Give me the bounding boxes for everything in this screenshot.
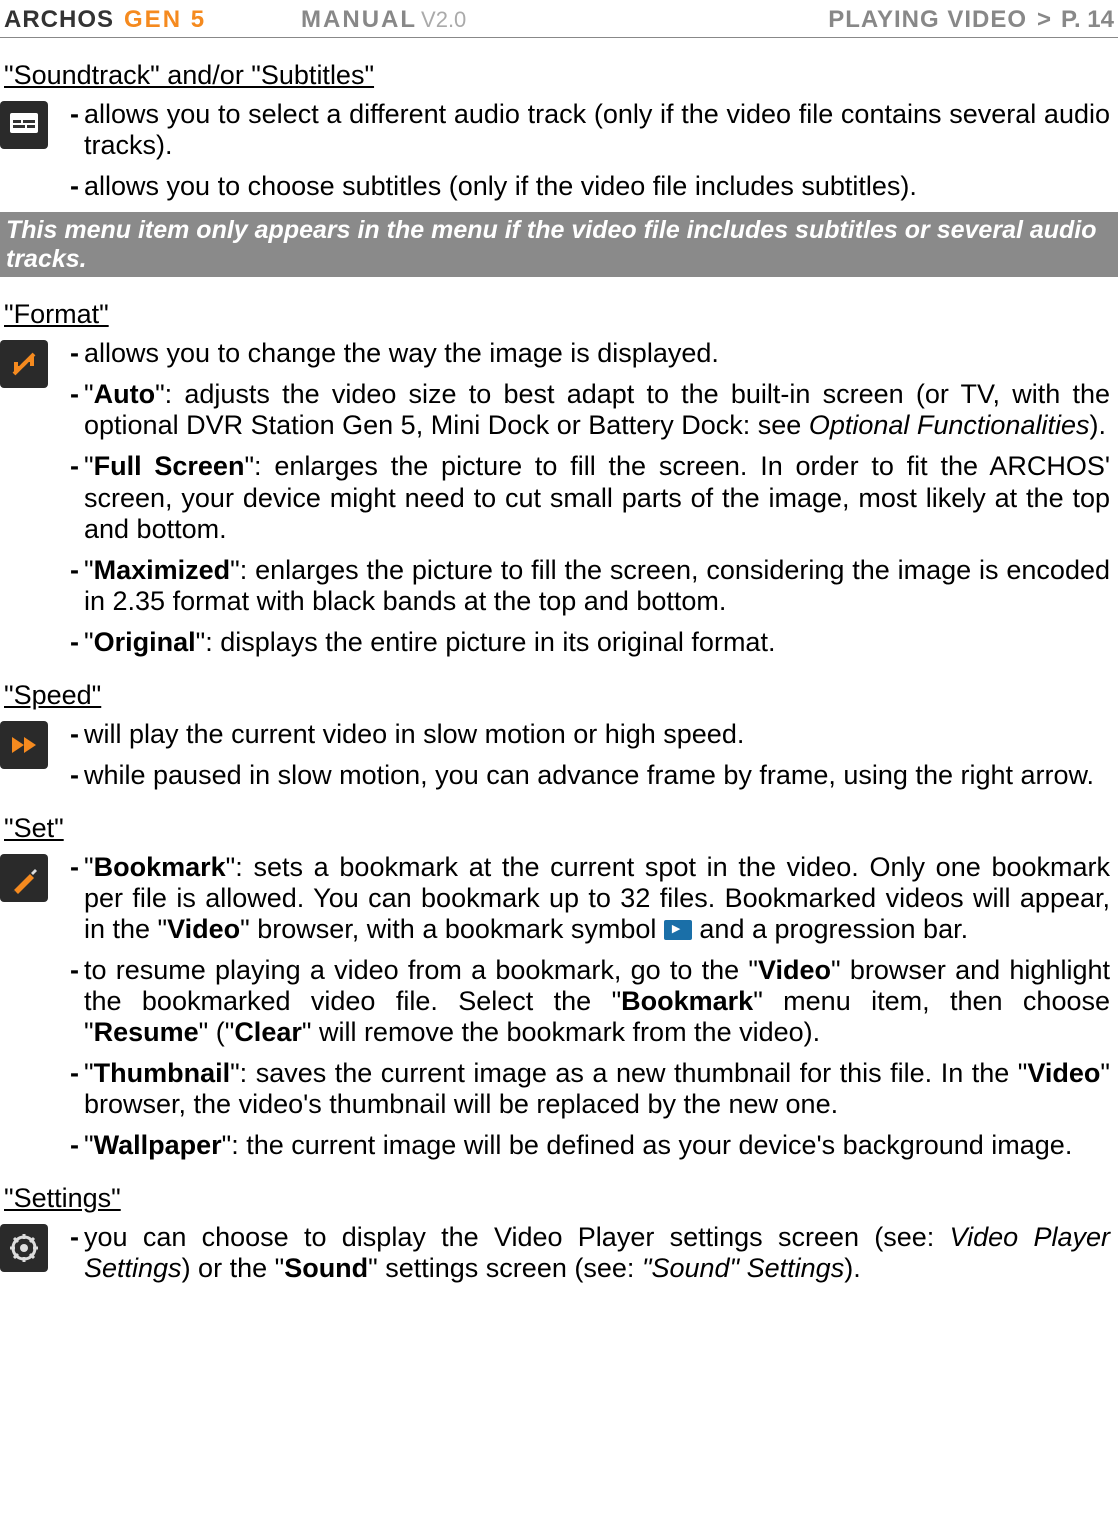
bullet-set-thumbnail: "Thumbnail": saves the current image as … — [70, 1058, 1110, 1120]
speed-icon — [0, 721, 48, 769]
heading-speed: "Speed" — [4, 680, 1118, 711]
bookmark-symbol-icon — [664, 920, 692, 940]
page-header: ARCHOS GEN 5 MANUAL V2.0 PLAYING VIDEO >… — [0, 0, 1118, 38]
bullet-audio-track: allows you to select a different audio t… — [70, 99, 1110, 161]
bullet-settings: you can choose to display the Video Play… — [70, 1222, 1110, 1284]
note-subtitles: This menu item only appears in the menu … — [0, 212, 1118, 278]
bullet-format-auto: "Auto": adjusts the video size to best a… — [70, 379, 1110, 441]
heading-settings: "Settings" — [4, 1183, 1118, 1214]
heading-format: "Format" — [4, 299, 1118, 330]
page-number: P. 14 — [1061, 6, 1114, 34]
subtitles-icon — [0, 101, 48, 149]
manual-label: MANUAL — [301, 6, 417, 34]
section-title: PLAYING VIDEO — [828, 6, 1027, 34]
bullet-subtitles: allows you to choose subtitles (only if … — [70, 171, 1110, 202]
bullet-format-maximized: "Maximized": enlarges the picture to fil… — [70, 555, 1110, 617]
gen5-label: GEN 5 — [124, 6, 206, 34]
bullet-format-fullscreen: "Full Screen": enlarges the picture to f… — [70, 451, 1110, 544]
bullet-format-intro: allows you to change the way the image i… — [70, 338, 1110, 369]
separator: > — [1037, 6, 1051, 34]
bullet-speed-frame: while paused in slow motion, you can adv… — [70, 760, 1110, 791]
archos-logo: ARCHOS — [4, 6, 114, 34]
manual-version: V2.0 — [421, 7, 466, 32]
bullet-set-bookmark: "Bookmark": sets a bookmark at the curre… — [70, 852, 1110, 945]
settings-icon — [0, 1224, 48, 1272]
heading-set: "Set" — [4, 813, 1118, 844]
set-icon — [0, 854, 48, 902]
bullet-set-resume: to resume playing a video from a bookmar… — [70, 955, 1110, 1048]
heading-soundtrack: "Soundtrack" and/or "Subtitles" — [4, 60, 1118, 91]
bullet-speed-play: will play the current video in slow moti… — [70, 719, 1110, 750]
bullet-set-wallpaper: "Wallpaper": the current image will be d… — [70, 1130, 1110, 1161]
format-icon — [0, 340, 48, 388]
bullet-format-original: "Original": displays the entire picture … — [70, 627, 1110, 658]
